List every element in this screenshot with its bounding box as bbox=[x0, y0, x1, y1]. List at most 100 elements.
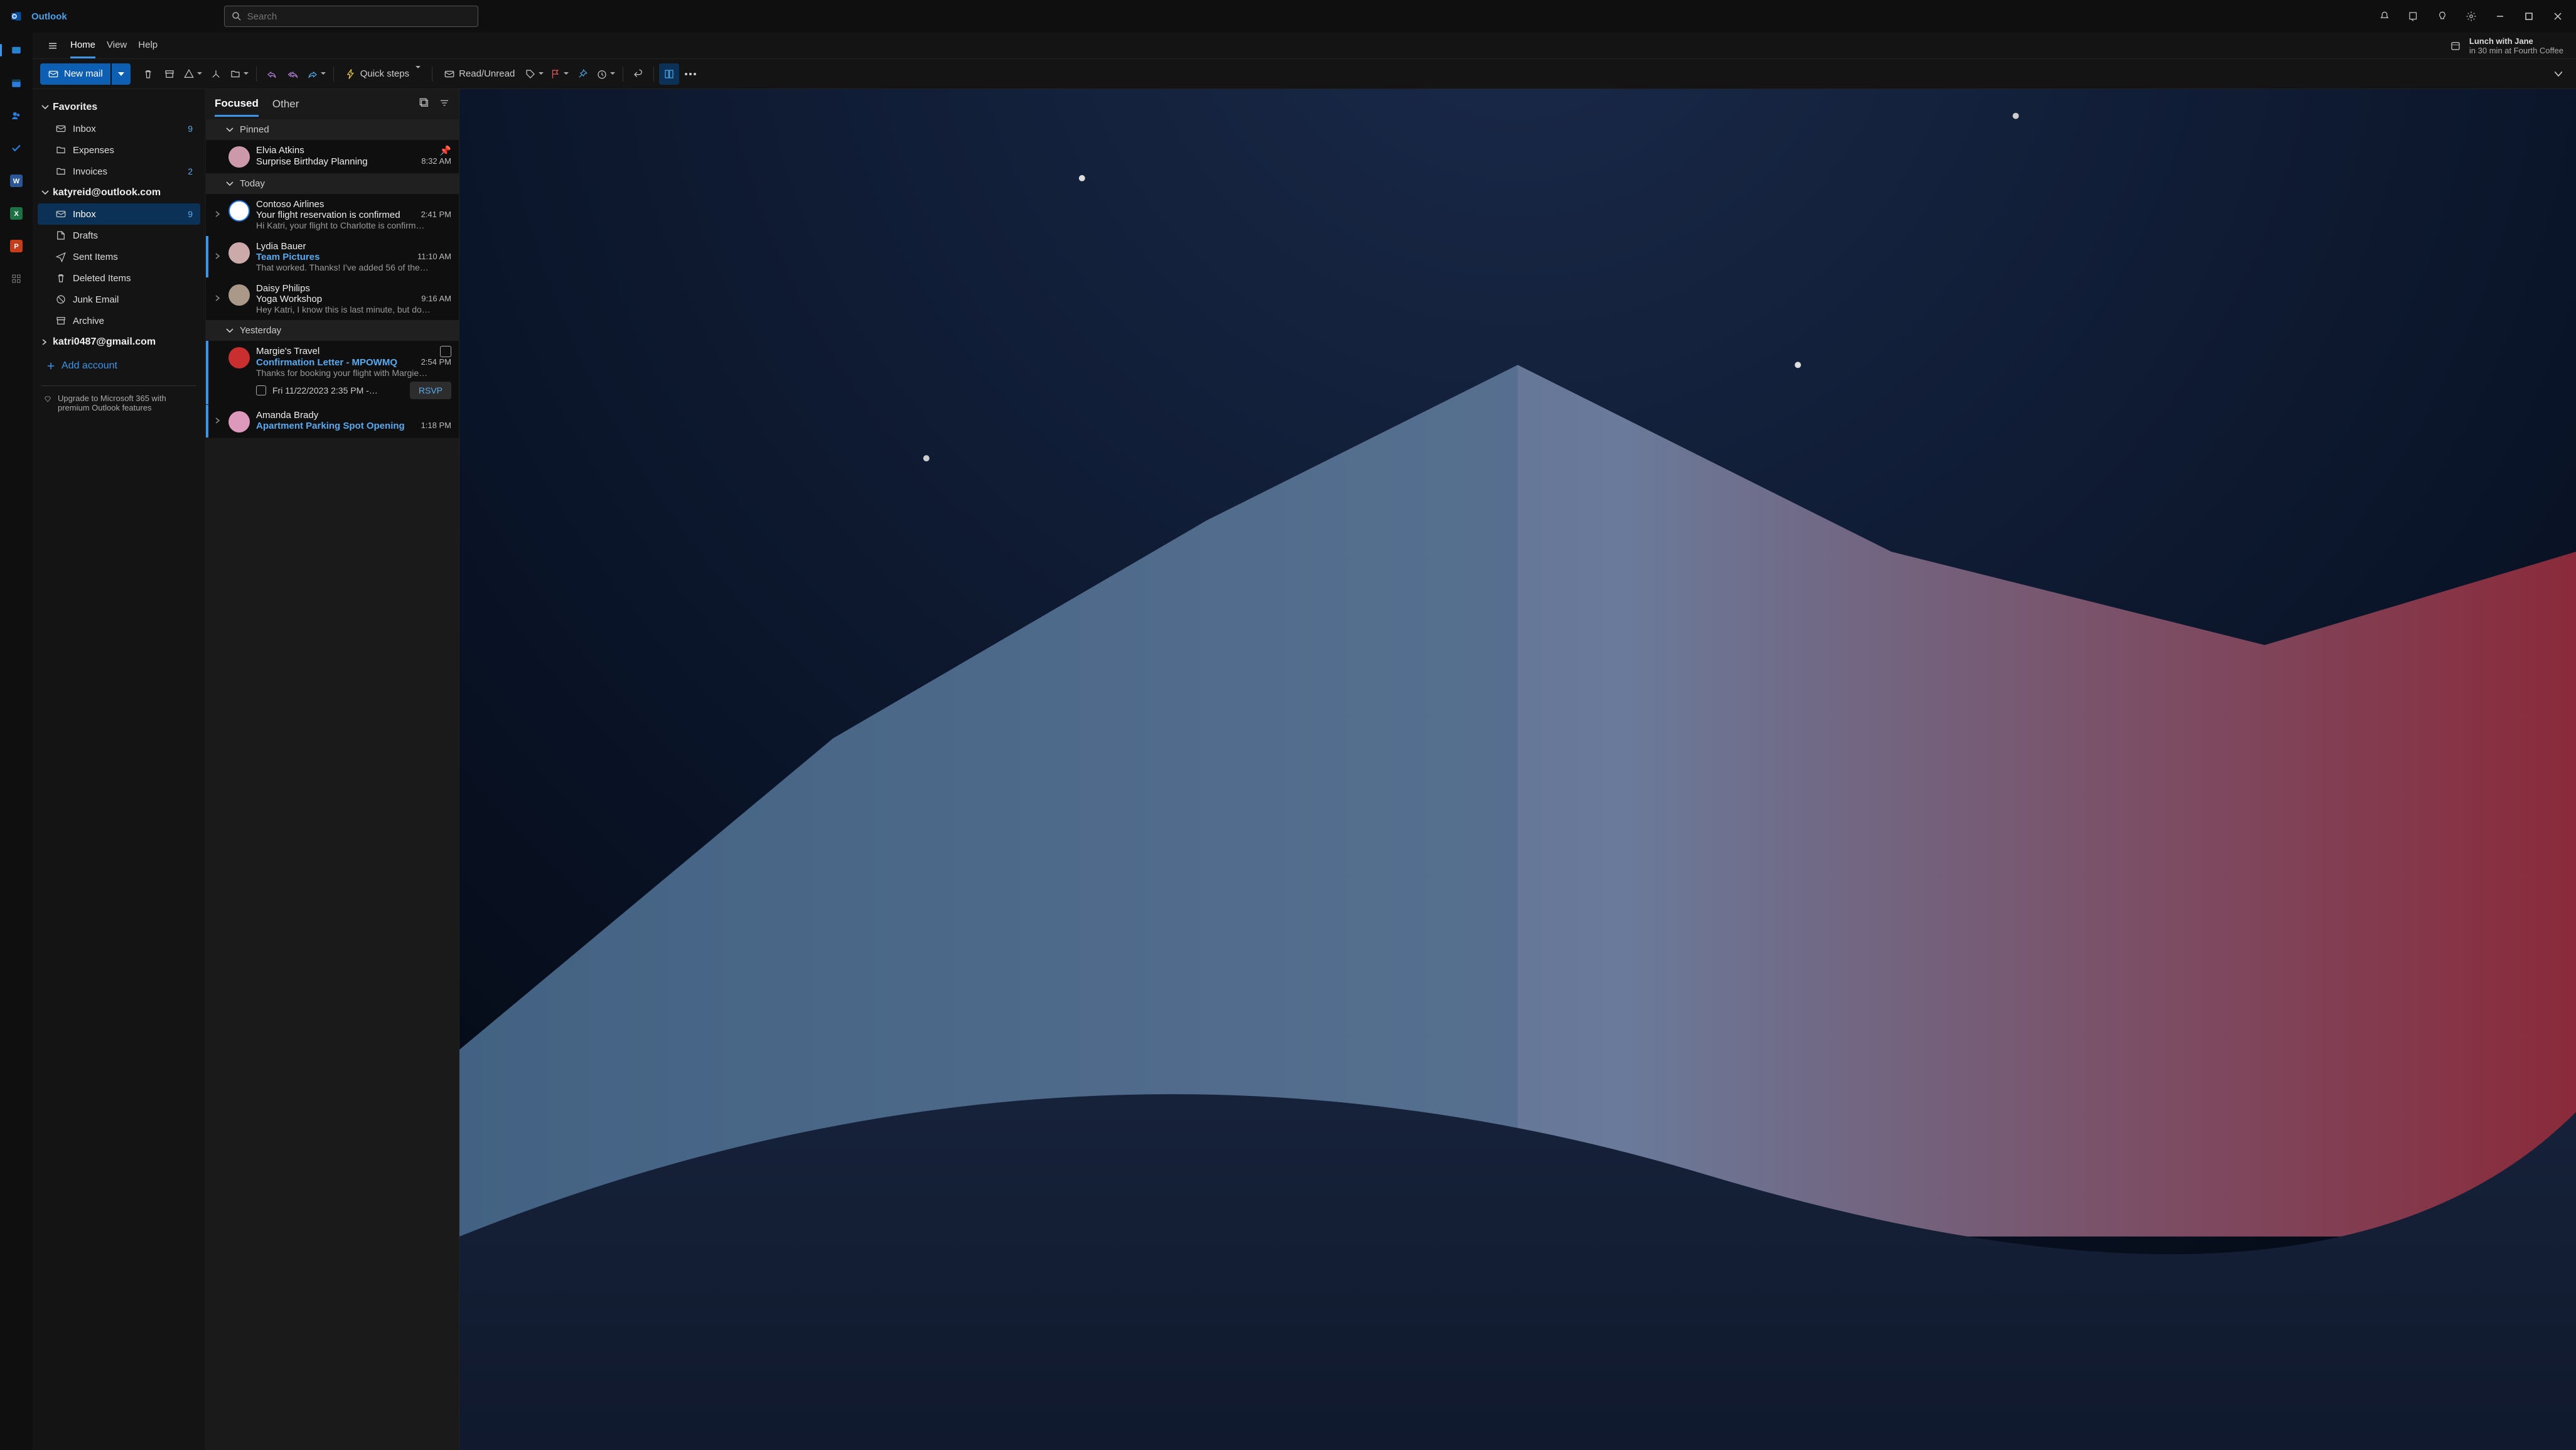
mail-item[interactable]: Daisy PhilipsYoga Workshop9:16 AMHey Kat… bbox=[206, 278, 459, 320]
flag-button[interactable] bbox=[547, 63, 571, 85]
new-mail-label: New mail bbox=[64, 68, 103, 79]
settings-icon[interactable] bbox=[2457, 0, 2486, 33]
categorize-button[interactable] bbox=[522, 63, 546, 85]
rail-mail-icon[interactable] bbox=[8, 41, 25, 59]
minimize-button[interactable] bbox=[2486, 0, 2514, 33]
my-day-icon[interactable] bbox=[2399, 0, 2428, 33]
mail-subject: Apartment Parking Spot Opening bbox=[256, 421, 405, 431]
envelope-icon bbox=[444, 68, 455, 80]
nav-toggle-icon[interactable] bbox=[41, 40, 64, 51]
layout-button[interactable] bbox=[659, 63, 679, 85]
search-input[interactable] bbox=[247, 11, 471, 22]
mail-time: 2:54 PM bbox=[421, 357, 451, 368]
calendar-icon bbox=[440, 346, 451, 357]
chevron-down-icon bbox=[41, 104, 49, 110]
add-account-button[interactable]: Add account bbox=[38, 353, 200, 379]
rsvp-date: Fri 11/22/2023 2:35 PM -… bbox=[272, 385, 404, 395]
rail-todo-icon[interactable] bbox=[8, 139, 25, 157]
folder-drafts[interactable]: Drafts bbox=[38, 225, 200, 246]
group-header-yesterday[interactable]: Yesterday bbox=[206, 320, 459, 341]
ribbon-collapse-button[interactable] bbox=[2548, 63, 2568, 85]
search-box[interactable] bbox=[224, 6, 478, 27]
rail-excel-icon[interactable]: X bbox=[8, 205, 25, 222]
folder-sent-items[interactable]: Sent Items bbox=[38, 246, 200, 267]
reply-button[interactable] bbox=[262, 63, 282, 85]
expand-icon[interactable] bbox=[215, 209, 222, 220]
mail-from: Daisy Philips bbox=[256, 283, 310, 294]
mail-icon bbox=[48, 68, 59, 80]
tips-icon[interactable] bbox=[2428, 0, 2457, 33]
archive-button[interactable] bbox=[159, 63, 180, 85]
rail-people-icon[interactable] bbox=[8, 107, 25, 124]
forward-button[interactable] bbox=[304, 63, 328, 85]
diamond-icon bbox=[44, 394, 51, 405]
mail-item[interactable]: Margie's TravelConfirmation Letter - MPO… bbox=[206, 341, 459, 405]
report-button[interactable] bbox=[181, 63, 205, 85]
reply-all-button[interactable] bbox=[283, 63, 303, 85]
folder-deleted-items[interactable]: Deleted Items bbox=[38, 267, 200, 289]
more-button[interactable] bbox=[680, 63, 700, 85]
expand-icon[interactable] bbox=[215, 416, 222, 427]
chevron-right-icon bbox=[41, 339, 49, 345]
folder-invoices[interactable]: Invoices2 bbox=[38, 161, 200, 182]
folder-pane: FavoritesInbox9ExpensesInvoices2katyreid… bbox=[33, 89, 206, 1450]
chevron-down-icon bbox=[41, 190, 49, 196]
lightning-icon bbox=[345, 68, 357, 80]
snooze-button[interactable] bbox=[594, 63, 618, 85]
folder-inbox[interactable]: Inbox9 bbox=[38, 203, 200, 225]
avatar bbox=[228, 146, 250, 168]
rail-word-icon[interactable]: W bbox=[8, 172, 25, 190]
chevron-right-icon bbox=[215, 295, 222, 301]
group-header-today[interactable]: Today bbox=[206, 173, 459, 194]
new-mail-dropdown[interactable] bbox=[112, 63, 131, 85]
expand-icon[interactable] bbox=[215, 251, 222, 262]
mail-time: 1:18 PM bbox=[421, 421, 451, 431]
svg-text:X: X bbox=[14, 210, 19, 218]
rail-powerpoint-icon[interactable]: P bbox=[8, 237, 25, 255]
tab-focused[interactable]: Focused bbox=[215, 92, 259, 117]
new-mail-button[interactable]: New mail bbox=[40, 63, 110, 85]
mail-preview: That worked. Thanks! I've added 56 of th… bbox=[256, 262, 451, 272]
group-header-pinned[interactable]: Pinned bbox=[206, 119, 459, 140]
plus-icon bbox=[45, 360, 56, 372]
notifications-icon[interactable] bbox=[2370, 0, 2399, 33]
avatar bbox=[228, 347, 250, 368]
mail-from: Lydia Bauer bbox=[256, 241, 306, 252]
calendar-reminder[interactable]: Lunch with Jane in 30 min at Fourth Coff… bbox=[2448, 36, 2563, 55]
folder-inbox[interactable]: Inbox9 bbox=[38, 118, 200, 139]
filter-icon[interactable] bbox=[439, 97, 450, 112]
mail-time: 9:16 AM bbox=[421, 294, 451, 304]
upgrade-link[interactable]: Upgrade to Microsoft 365 with premium Ou… bbox=[38, 386, 200, 420]
expand-icon[interactable] bbox=[215, 293, 222, 304]
quick-steps-button[interactable]: Quick steps bbox=[339, 63, 427, 85]
sweep-button[interactable] bbox=[206, 63, 226, 85]
folder-expenses[interactable]: Expenses bbox=[38, 139, 200, 161]
reminder-title: Lunch with Jane bbox=[2469, 36, 2563, 46]
rail-calendar-icon[interactable] bbox=[8, 74, 25, 92]
mail-item[interactable]: Amanda BradyApartment Parking Spot Openi… bbox=[206, 405, 459, 438]
move-to-button[interactable] bbox=[227, 63, 251, 85]
account-header[interactable]: katri0487@gmail.com bbox=[38, 331, 200, 353]
ribbon-tab-home[interactable]: Home bbox=[70, 33, 95, 58]
folder-junk-email[interactable]: Junk Email bbox=[38, 289, 200, 310]
maximize-button[interactable] bbox=[2514, 0, 2543, 33]
rsvp-button[interactable]: RSVP bbox=[410, 382, 451, 399]
pin-button[interactable] bbox=[572, 63, 593, 85]
folder-archive[interactable]: Archive bbox=[38, 310, 200, 331]
account-header[interactable]: katyreid@outlook.com bbox=[38, 182, 200, 203]
delete-button[interactable] bbox=[138, 63, 158, 85]
ribbon-tab-view[interactable]: View bbox=[107, 33, 127, 58]
select-messages-icon[interactable] bbox=[419, 97, 430, 112]
mail-from: Margie's Travel bbox=[256, 346, 319, 357]
rail-more-apps-icon[interactable] bbox=[8, 270, 25, 287]
close-button[interactable] bbox=[2543, 0, 2572, 33]
mail-from: Elvia Atkins bbox=[256, 145, 304, 156]
tab-other[interactable]: Other bbox=[272, 93, 299, 115]
mail-item[interactable]: Contoso AirlinesYour flight reservation … bbox=[206, 194, 459, 236]
ribbon-tab-help[interactable]: Help bbox=[138, 33, 158, 58]
read-unread-button[interactable]: Read/Unread bbox=[437, 63, 521, 85]
favorites-header[interactable]: Favorites bbox=[38, 97, 200, 118]
mail-item[interactable]: Elvia Atkins📌Surprise Birthday Planning8… bbox=[206, 140, 459, 173]
undo-button[interactable] bbox=[628, 63, 648, 85]
mail-item[interactable]: Lydia BauerTeam Pictures11:10 AMThat wor… bbox=[206, 236, 459, 278]
